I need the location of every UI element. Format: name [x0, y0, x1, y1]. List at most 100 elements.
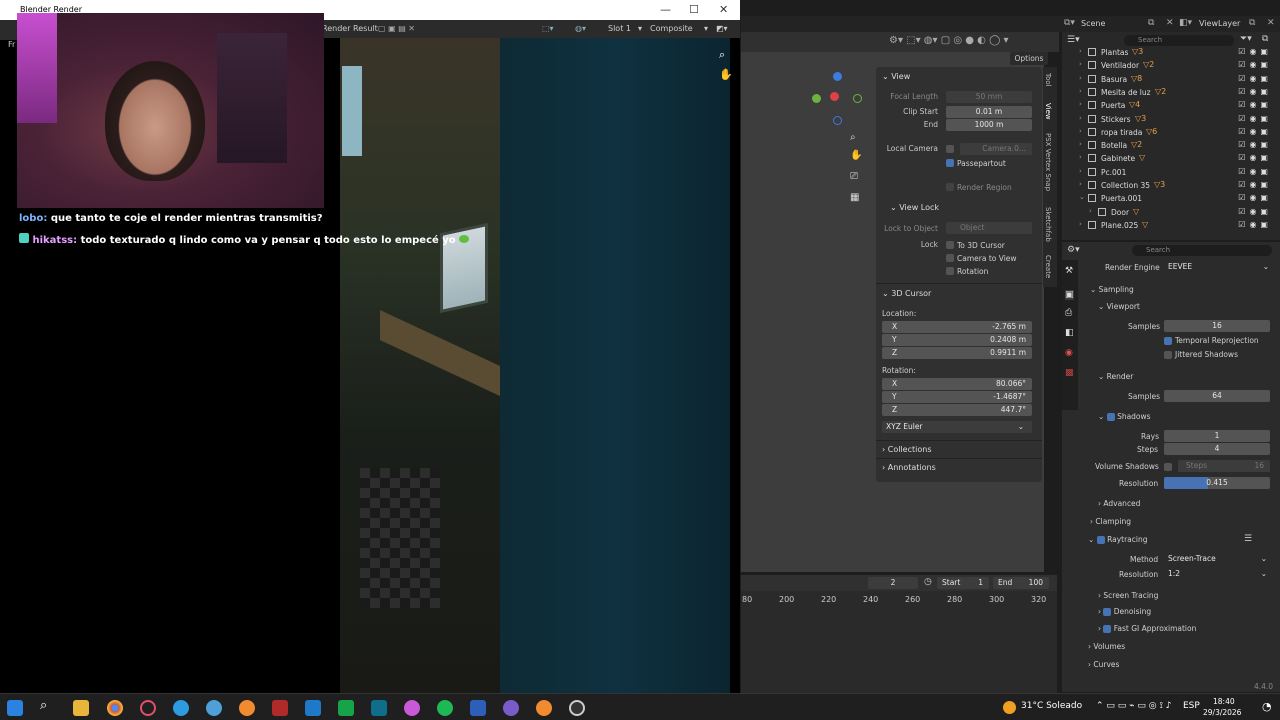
- outliner-row[interactable]: › Botella ▽2 ☑◉▣: [1062, 139, 1280, 152]
- temporal-reprojection-checkbox[interactable]: [1164, 337, 1172, 345]
- language-indicator[interactable]: ESP: [1183, 701, 1200, 711]
- tab-view[interactable]: View: [1044, 103, 1052, 120]
- view-lock-header[interactable]: ⌄ View Lock: [890, 203, 939, 212]
- gizmo-y-axis-icon[interactable]: [812, 94, 821, 103]
- outliner-row[interactable]: › Plantas ▽3 ☑◉▣: [1062, 46, 1280, 59]
- lock-to-object-field[interactable]: Object: [946, 222, 1032, 234]
- gizmo-neg-z-icon[interactable]: [833, 116, 842, 125]
- view-layer-name[interactable]: ViewLayer: [1199, 19, 1240, 28]
- frame-start-field[interactable]: Start 1: [937, 577, 989, 589]
- cursor-rot-x-field[interactable]: X 80.066°: [882, 378, 1032, 390]
- lock-to-cursor-checkbox[interactable]: [946, 241, 954, 249]
- perspective-toggle-icon[interactable]: ▦: [850, 192, 859, 203]
- shadow-resolution-slider[interactable]: 0.415: [1164, 477, 1270, 489]
- jittered-shadows-checkbox[interactable]: [1164, 351, 1172, 359]
- frame-end-field[interactable]: End 100: [993, 577, 1049, 589]
- denoising-subheader[interactable]: › Denoising: [1098, 607, 1151, 616]
- expand-icon[interactable]: ›: [1079, 220, 1082, 228]
- gizmo-x-axis-icon[interactable]: [830, 92, 839, 101]
- expand-icon[interactable]: ›: [1079, 127, 1082, 135]
- scene-name[interactable]: Scene: [1081, 19, 1105, 28]
- blender-icon[interactable]: [239, 700, 255, 716]
- gizmo-neg-y-icon[interactable]: [853, 94, 862, 103]
- expand-icon[interactable]: ›: [1079, 87, 1082, 95]
- expand-icon[interactable]: ›: [1079, 153, 1082, 161]
- cursor-loc-z-field[interactable]: Z 0.9911 m: [882, 347, 1032, 359]
- expand-icon[interactable]: ›: [1079, 60, 1082, 68]
- collections-header[interactable]: › Collections: [882, 445, 932, 454]
- raytracing-resolution-dropdown[interactable]: 1:2 ⌄: [1164, 568, 1270, 580]
- output-tab-icon[interactable]: ⎙: [1065, 308, 1072, 318]
- tab-sketchfab[interactable]: Sketchfab: [1044, 207, 1052, 242]
- outliner-row[interactable]: › Puerta ▽4 ☑◉▣: [1062, 99, 1280, 112]
- notifications-icon[interactable]: ◔: [1262, 700, 1272, 713]
- expand-icon[interactable]: ›: [1079, 140, 1082, 148]
- visibility-toggles-icon[interactable]: ☑◉▣: [1238, 114, 1272, 123]
- maximize-icon[interactable]: ☐: [689, 3, 699, 16]
- visibility-toggles-icon[interactable]: ☑◉▣: [1238, 47, 1272, 56]
- visibility-toggles-icon[interactable]: ☑◉▣: [1238, 180, 1272, 189]
- expand-icon[interactable]: ›: [1079, 180, 1082, 188]
- editor-type-icon[interactable]: ⚙▾: [1067, 245, 1080, 255]
- properties-search-input[interactable]: Search: [1132, 245, 1272, 256]
- outliner-row[interactable]: › ropa tirada ▽6 ☑◉▣: [1062, 126, 1280, 139]
- opera-icon[interactable]: [140, 700, 156, 716]
- display-channels-icon[interactable]: ◍▾: [575, 24, 586, 33]
- obs-icon[interactable]: [569, 700, 585, 716]
- curves-header[interactable]: › Curves: [1088, 660, 1119, 669]
- camera-view-icon[interactable]: ⎚: [850, 171, 858, 182]
- zoom-icon[interactable]: ⌕: [850, 132, 856, 143]
- viewport-subheader[interactable]: ⌄ Viewport: [1098, 302, 1140, 311]
- advanced-subheader[interactable]: › Advanced: [1098, 499, 1140, 508]
- lock-rotation-checkbox[interactable]: [946, 267, 954, 275]
- sampling-header[interactable]: ⌄ Sampling: [1090, 285, 1134, 294]
- weather-text[interactable]: 31°C Soleado: [1021, 701, 1082, 711]
- volume-shadow-steps-field[interactable]: Steps 16: [1178, 460, 1270, 472]
- outliner-row[interactable]: › Gabinete ▽ ☑◉▣: [1062, 152, 1280, 165]
- rotation-mode-dropdown[interactable]: XYZ Euler ⌄: [882, 421, 1032, 433]
- raytracing-header[interactable]: ⌄ Raytracing: [1088, 535, 1148, 544]
- gizmo-z-axis-icon[interactable]: [833, 72, 842, 81]
- visibility-toggles-icon[interactable]: ☑◉▣: [1238, 220, 1272, 229]
- new-scene-icon[interactable]: ⧉: [1148, 18, 1154, 28]
- delete-scene-icon[interactable]: ✕: [1166, 18, 1174, 28]
- outliner-row[interactable]: › Mesita de luz ▽2 ☑◉▣: [1062, 86, 1280, 99]
- filter-icon[interactable]: ⏷▾: [1240, 34, 1252, 44]
- outliner-display-mode-icon[interactable]: ☰▾: [1067, 35, 1080, 45]
- shadow-rays-field[interactable]: 1: [1164, 430, 1270, 442]
- passepartout-checkbox[interactable]: [946, 159, 954, 167]
- current-frame-field[interactable]: 2: [868, 577, 918, 589]
- vectorworks-icon[interactable]: [371, 700, 387, 716]
- raytracing-checkbox[interactable]: [1096, 536, 1105, 544]
- view-layer-tab-icon[interactable]: ◧: [1065, 328, 1074, 338]
- view-icon[interactable]: ◩▾: [716, 24, 728, 33]
- close-icon[interactable]: ✕: [719, 3, 728, 16]
- render-samples-field[interactable]: 64: [1164, 390, 1270, 402]
- scene-tab-icon[interactable]: ◉: [1065, 348, 1073, 358]
- options-button[interactable]: Options: [1010, 52, 1048, 65]
- expand-icon[interactable]: ›: [1089, 207, 1092, 215]
- visibility-toggles-icon[interactable]: ☑◉▣: [1238, 87, 1272, 96]
- image-browse-icon[interactable]: ▢ ▣ ▤ ✕: [378, 24, 415, 33]
- outliner-row[interactable]: › Door ▽ ☑◉▣: [1062, 206, 1280, 219]
- camera-to-view-checkbox[interactable]: [946, 254, 954, 262]
- local-camera-checkbox[interactable]: [946, 145, 954, 153]
- local-camera-field[interactable]: Camera.0...: [960, 143, 1032, 155]
- chrome-icon[interactable]: [107, 700, 123, 716]
- slot-selector[interactable]: Slot 1: [608, 24, 631, 33]
- render-engine-dropdown[interactable]: EEVEE ⌄: [1164, 261, 1272, 273]
- expand-icon[interactable]: ›: [1079, 167, 1082, 175]
- zoom-icon[interactable]: ⌕: [719, 48, 725, 62]
- outliner-row[interactable]: › Collection 35 ▽3 ☑◉▣: [1062, 179, 1280, 192]
- visibility-toggles-icon[interactable]: ☑◉▣: [1238, 127, 1272, 136]
- photos-icon[interactable]: [305, 700, 321, 716]
- raytracing-method-dropdown[interactable]: Screen-Trace ⌄: [1164, 553, 1270, 565]
- discord-icon[interactable]: [503, 700, 519, 716]
- outliner-row[interactable]: › Basura ▽8 ☑◉▣: [1062, 73, 1280, 86]
- clip-start-field[interactable]: 0.01 m: [946, 106, 1032, 118]
- slot-dropdown-icon[interactable]: ▾: [638, 24, 642, 33]
- app-icon[interactable]: [206, 700, 222, 716]
- new-view-layer-icon[interactable]: ⧉: [1249, 18, 1255, 28]
- image-name-field[interactable]: Render Result: [322, 24, 378, 33]
- world-tab-icon[interactable]: ▩: [1065, 368, 1074, 378]
